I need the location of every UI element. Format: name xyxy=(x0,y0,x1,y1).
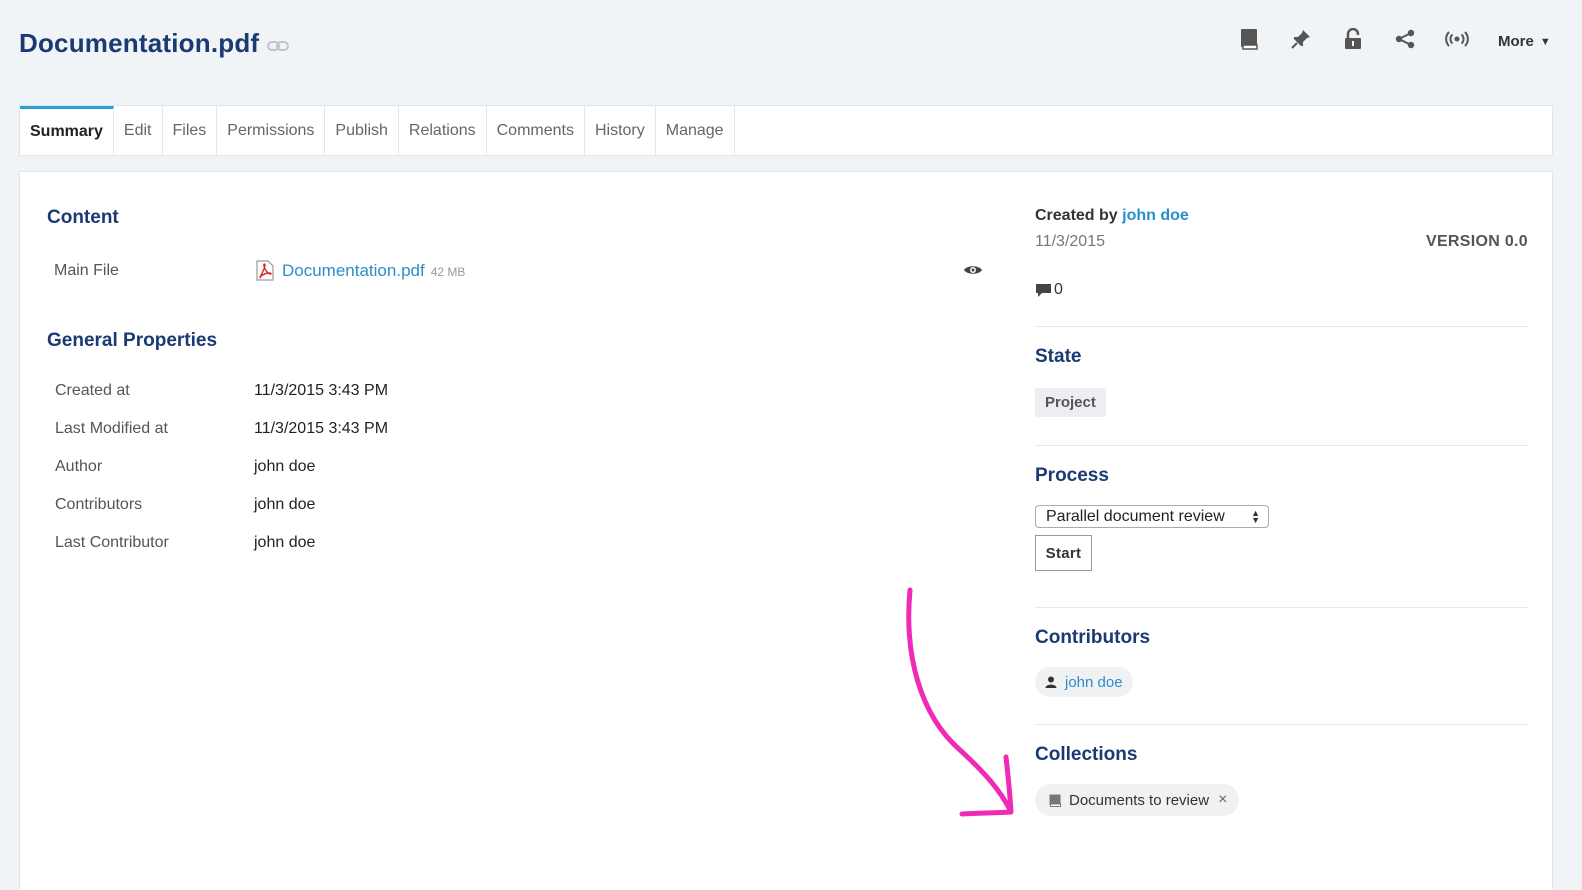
process-title: Process xyxy=(1035,465,1109,486)
share-icon xyxy=(1395,29,1415,54)
tab-permissions[interactable]: Permissions xyxy=(217,106,326,155)
property-value: john doe xyxy=(254,458,316,475)
select-arrows-icon: ▲ ▼ xyxy=(1251,507,1260,525)
tab-publish[interactable]: Publish xyxy=(325,106,399,155)
eye-icon[interactable] xyxy=(963,264,983,276)
property-label: Contributors xyxy=(55,496,143,513)
divider xyxy=(1035,445,1528,446)
property-value: john doe xyxy=(254,534,316,551)
user-icon xyxy=(1045,676,1057,688)
created-by-label: Created by xyxy=(1035,207,1118,224)
pdf-icon xyxy=(256,260,274,281)
content-section-title: Content xyxy=(47,207,119,228)
property-row: Last Contributor john doe xyxy=(55,534,388,572)
tab-comments[interactable]: Comments xyxy=(487,106,585,155)
link-icon[interactable] xyxy=(267,40,290,51)
collections-title: Collections xyxy=(1035,744,1138,765)
pin-icon xyxy=(1291,29,1311,54)
main-file-label: Main File xyxy=(54,262,119,279)
page-title: Documentation.pdf xyxy=(19,28,260,58)
comment-counter[interactable]: 0 xyxy=(1035,281,1528,299)
tab-history[interactable]: History xyxy=(585,106,656,155)
property-row: Created at 11/3/2015 3:43 PM xyxy=(55,382,388,420)
tab-relations[interactable]: Relations xyxy=(399,106,487,155)
process-select[interactable]: Parallel document review ▲ ▼ xyxy=(1035,505,1269,528)
lock-button[interactable] xyxy=(1336,27,1370,55)
annotation-arrow xyxy=(906,587,1014,817)
tab-manage[interactable]: Manage xyxy=(656,106,735,155)
collection-icon xyxy=(1049,794,1061,807)
property-row: Contributors john doe xyxy=(55,496,388,534)
version-label: VERSION 0.0 xyxy=(1425,233,1528,250)
property-value: 11/3/2015 3:43 PM xyxy=(254,382,389,399)
created-by: Created by john doe xyxy=(1035,207,1528,225)
tab-summary[interactable]: Summary xyxy=(20,106,114,155)
comment-icon xyxy=(1035,283,1052,298)
remove-collection-icon[interactable]: × xyxy=(1218,791,1227,809)
divider xyxy=(1035,607,1528,608)
main-file-link[interactable]: Documentation.pdf xyxy=(282,261,425,281)
property-label: Created at xyxy=(55,382,130,399)
contributor-chip[interactable]: john doe xyxy=(1035,667,1133,697)
more-menu-button[interactable]: More ▼ xyxy=(1498,33,1551,50)
property-label: Last Contributor xyxy=(55,534,169,551)
main-file: Documentation.pdf 42 MB xyxy=(256,260,465,281)
general-properties-title: General Properties xyxy=(47,330,218,351)
follow-button[interactable] xyxy=(1440,27,1474,55)
unlock-icon xyxy=(1344,27,1362,55)
property-row: Last Modified at 11/3/2015 3:43 PM xyxy=(55,420,388,458)
document-header: Documentation.pdf xyxy=(19,28,290,59)
tab-files[interactable]: Files xyxy=(163,106,218,155)
date-version-row: 11/3/2015 VERSION 0.0 xyxy=(1035,233,1528,251)
caret-down-icon: ▼ xyxy=(1539,36,1551,48)
comment-count: 0 xyxy=(1054,281,1063,298)
author-link[interactable]: john doe xyxy=(1122,207,1189,224)
state-badge: Project xyxy=(1035,388,1106,417)
created-date: 11/3/2015 xyxy=(1035,233,1105,250)
property-value: john doe xyxy=(254,496,316,513)
pin-button[interactable] xyxy=(1284,27,1318,55)
divider xyxy=(1035,326,1528,327)
property-label: Author xyxy=(55,458,103,475)
file-size: 42 MB xyxy=(430,265,466,279)
tab-bar: Summary Edit Files Permissions Publish R… xyxy=(19,105,1553,156)
property-row: Author john doe xyxy=(55,458,388,496)
property-value: 11/3/2015 3:43 PM xyxy=(254,420,389,437)
broadcast-icon xyxy=(1445,30,1469,52)
book-icon xyxy=(1240,28,1258,55)
process-selected-value: Parallel document review xyxy=(1046,507,1225,525)
document-actions: More ▼ xyxy=(1232,27,1551,55)
add-to-collection-button[interactable] xyxy=(1232,27,1266,55)
summary-sidebar: Created by john doe 11/3/2015 VERSION 0.… xyxy=(1035,207,1528,816)
divider xyxy=(1035,724,1528,725)
more-label: More xyxy=(1498,32,1534,50)
general-properties-list: Created at 11/3/2015 3:43 PM Last Modifi… xyxy=(55,382,388,572)
contributors-title: Contributors xyxy=(1035,627,1151,648)
collection-chip[interactable]: Documents to review × xyxy=(1035,784,1240,816)
summary-panel: Content Main File Documentation.pdf 42 M… xyxy=(19,171,1553,890)
collection-name: Documents to review xyxy=(1069,791,1210,809)
contributor-link[interactable]: john doe xyxy=(1065,674,1123,691)
tab-edit[interactable]: Edit xyxy=(114,106,163,155)
property-label: Last Modified at xyxy=(55,420,168,437)
start-process-button[interactable]: Start xyxy=(1035,535,1092,571)
share-button[interactable] xyxy=(1388,27,1422,55)
state-title: State xyxy=(1035,346,1082,367)
